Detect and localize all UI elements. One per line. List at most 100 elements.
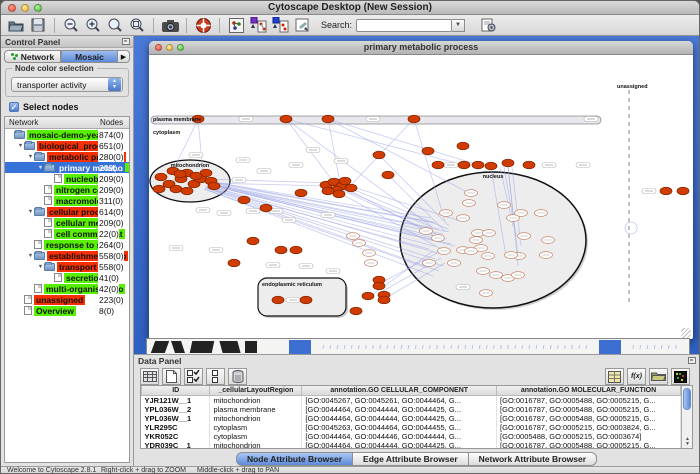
tree-row-overview[interactable]: Overview8(0) [5,305,129,316]
search-input[interactable] [356,19,452,32]
network-node-selected[interactable] [247,237,259,245]
network-node-selected[interactable] [373,282,385,290]
tree-row-macromolecule[interactable]: macromolecule311(0) [5,195,129,206]
table-column-header[interactable]: annotation.GO MOLECULAR_FUNCTION [497,386,681,395]
search-options-icon[interactable] [479,17,497,34]
tree-row-cell-communicat[interactable]: cell communicat22(0) [5,228,129,239]
tab-node-attribute-browser[interactable]: Node Attribute Browser [236,452,353,466]
network-node-selected[interactable] [432,161,444,169]
network-node-selected[interactable] [362,292,374,300]
network-node-selected[interactable] [422,147,434,155]
select-attributes-icon[interactable] [184,368,203,385]
network-node-selected[interactable] [502,159,514,167]
network-node-selected[interactable] [280,115,292,123]
import-table-icon[interactable] [605,368,624,385]
network-node-selected[interactable] [322,187,334,195]
open-attribute-file-icon[interactable] [649,368,668,385]
node-color-dropdown[interactable]: transporter activity ▲▼ [11,77,123,92]
tree-row-multi-organism-pro[interactable]: multi-organism pro42(0) [5,283,129,294]
network-node-selected[interactable] [472,161,484,169]
snapshot-camera-icon[interactable] [161,17,179,34]
network-node-selected[interactable] [660,187,672,195]
open-icon[interactable] [7,17,25,34]
table-row[interactable]: YLR295Ccytoplasm[GO:0045263, GO:0044464,… [142,423,681,432]
search-dropdown-button[interactable]: ▼ [452,19,465,32]
network-node-selected[interactable] [272,296,284,304]
tree-row-primary-metabo[interactable]: ▼primary metabo209(... [5,162,129,173]
create-network-view-icon[interactable] [227,17,245,34]
tree-row-cellular-process[interactable]: ▼cellular process614(0) [5,206,129,217]
formula-builder-icon[interactable]: f(x) [627,368,646,385]
tree-row-transport[interactable]: ▼transport558(0) [5,261,129,272]
table-column-header[interactable]: _cellularLayoutRegion [210,386,302,395]
resize-grip[interactable] [681,328,691,338]
network-node-selected[interactable] [458,161,470,169]
new-attribute-icon[interactable] [162,368,181,385]
network-node-selected[interactable] [350,307,362,315]
network-node-selected[interactable] [333,190,345,198]
float-data-panel-icon[interactable] [688,357,696,364]
tree-row-response-to-stimul[interactable]: response to stimul264(0) [5,239,129,250]
network-node-selected[interactable] [295,189,307,197]
zoom-out-icon[interactable] [62,17,80,34]
tree-row-secretion[interactable]: secretion41(0) [5,272,129,283]
attribute-mapper-icon[interactable] [271,17,289,34]
network-node-selected[interactable] [300,296,312,304]
network-node-selected[interactable] [228,259,240,267]
table-row[interactable]: YKR052Ccytoplasm[GO:0044464, GO:0044446,… [142,432,681,441]
network-node-selected[interactable] [373,151,385,159]
tree-row-metabolic-process[interactable]: ▼metabolic process280(0) [5,151,129,162]
tree-row-cellular-metabo[interactable]: cellular metabo209(0) [5,217,129,228]
network-node-selected[interactable] [275,246,287,254]
tree-twisty-icon[interactable]: ▼ [37,264,44,270]
network-node-selected[interactable] [208,182,220,190]
network-window-titlebar[interactable]: primary metabolic process [149,41,693,55]
zoom-in-icon[interactable] [84,17,102,34]
annotation-icon[interactable] [293,17,311,34]
tree-twisty-icon[interactable]: ▼ [27,253,34,259]
unselect-attributes-icon[interactable] [206,368,225,385]
network-node-selected[interactable] [153,185,165,193]
tree-row-nucleobase-[interactable]: nucleobase-209(0) [5,173,129,184]
network-node-selected[interactable] [260,204,272,212]
network-node-selected[interactable] [677,187,689,195]
attribute-matrix-icon[interactable] [671,368,690,385]
tree-row-establishment-of-lo[interactable]: ▼establishment of lo558(0) [5,250,129,261]
table-row[interactable]: YJR121W__1mitochondrion[GO:0045267, GO:0… [142,395,681,405]
save-icon[interactable] [29,17,47,34]
tree-twisty-icon[interactable]: ▼ [17,143,24,149]
network-node-selected[interactable] [190,172,202,180]
network-node-selected[interactable] [457,142,469,150]
zoom-fit-icon[interactable] [128,17,146,34]
tab-mosaic[interactable]: Mosaic [61,50,118,63]
tree-row-biological-process[interactable]: ▼biological_process651(0) [5,140,129,151]
network-node-selected[interactable] [382,171,394,179]
scrollbar-arrows[interactable]: ▲▼ [682,437,693,447]
table-column-header[interactable]: annotation.GO CELLULAR_COMPONENT [302,386,497,395]
vizmapper-icon[interactable] [249,17,267,34]
float-panel-icon[interactable] [122,38,130,45]
table-vertical-scrollbar[interactable]: ▲▼ [681,386,692,448]
zoom-selected-icon[interactable] [106,17,124,34]
network-node-selected[interactable] [523,161,535,169]
delete-attribute-icon[interactable] [228,368,247,385]
more-tabs-button[interactable]: ▶ [118,50,130,63]
table-row[interactable]: YPL036W__1mitochondrion[GO:0044464, GO:0… [142,414,681,423]
tab-network-attribute-browser[interactable]: Network Attribute Browser [469,452,597,466]
attribute-table-icon[interactable] [140,368,159,385]
network-node-selected[interactable] [155,173,167,181]
network-node-selected[interactable] [485,162,497,170]
network-node-selected[interactable] [322,115,334,123]
select-nodes-checkbox[interactable]: ✓ [9,102,19,112]
network-node-selected[interactable] [290,246,302,254]
network-node-selected[interactable] [378,296,390,304]
network-node-selected[interactable] [174,170,186,178]
network-node-selected[interactable] [345,184,357,192]
scrollbar-thumb[interactable] [683,388,691,410]
tab-edge-attribute-browser[interactable]: Edge Attribute Browser [353,452,469,466]
help-lifebuoy-icon[interactable] [194,17,212,34]
tab-network[interactable]: Network [4,50,61,63]
network-node-selected[interactable] [170,185,182,193]
network-node-selected[interactable] [181,187,193,195]
table-row[interactable]: YPL036W__2plasma membrane[GO:0044464, GO… [142,405,681,414]
